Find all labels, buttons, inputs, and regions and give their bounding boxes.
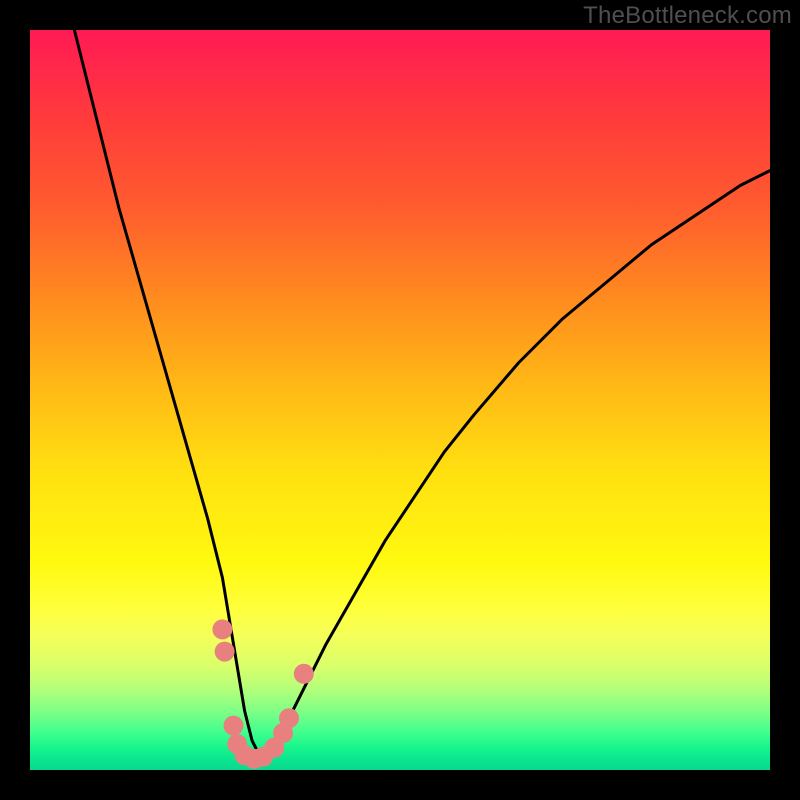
curve-marker (212, 619, 232, 639)
bottleneck-curve-path (74, 30, 770, 755)
curve-marker (224, 716, 244, 736)
curve-svg (30, 30, 770, 770)
watermark-text: TheBottleneck.com (583, 2, 792, 30)
bottleneck-curve (74, 30, 770, 755)
curve-marker (215, 642, 235, 662)
curve-marker (294, 664, 314, 684)
bottleneck-markers (212, 619, 313, 769)
plot-area (30, 30, 770, 770)
curve-marker (279, 708, 299, 728)
chart-frame: TheBottleneck.com (0, 0, 800, 800)
